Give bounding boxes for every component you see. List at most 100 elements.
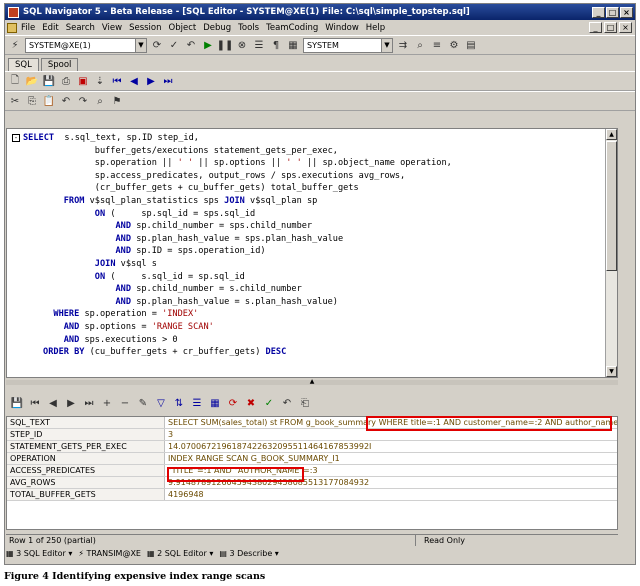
stop-icon[interactable]: ⊗ (235, 38, 249, 52)
prev-record-icon[interactable]: ◀ (46, 396, 60, 410)
column-value[interactable]: 14.0700672196187422632095511464167853992… (165, 441, 617, 452)
run-icon[interactable]: ▶ (201, 38, 215, 52)
export-icon[interactable]: ⎗ (298, 396, 312, 410)
table-row[interactable]: TOTAL_BUFFER_GETS 4196948 (7, 489, 617, 501)
first-icon[interactable]: ⏮ (110, 74, 124, 88)
save-icon[interactable]: 💾 (42, 74, 56, 88)
child-restore-button[interactable]: □ (604, 22, 617, 33)
pause-icon[interactable]: ❚❚ (217, 38, 234, 52)
fold-toggle-icon[interactable]: - (12, 133, 20, 142)
table-row[interactable]: AVG_ROWS 9.914878912604594380294580855131… (7, 477, 617, 489)
menu-object[interactable]: Object (169, 23, 197, 33)
maximize-button[interactable]: □ (606, 6, 619, 18)
refresh-icon[interactable]: ⟳ (226, 396, 240, 410)
window-taskbar: ▦ 3 SQL Editor ▾ ⚡ TRANSIM@XE ▦ 2 SQL Ed… (6, 548, 618, 560)
column-value[interactable]: INDEX RANGE SCAN G_BOOK_SUMMARY_I1 (165, 453, 617, 464)
new-icon[interactable]: 🗋 (8, 74, 22, 88)
describe-icon[interactable]: ⇉ (396, 38, 410, 52)
edit-record-icon[interactable]: ✎ (136, 396, 150, 410)
commit-icon[interactable]: ✓ (262, 396, 276, 410)
taskbar-sql-editor-3[interactable]: ▦ 3 SQL Editor ▾ (6, 548, 72, 560)
table-row[interactable]: OPERATION INDEX RANGE SCAN G_BOOK_SUMMARY… (7, 453, 617, 465)
format-icon[interactable]: ¶ (269, 38, 283, 52)
menu-session[interactable]: Session (129, 23, 161, 33)
next-record-icon[interactable]: ▶ (64, 396, 78, 410)
menu-file[interactable]: File (21, 23, 35, 33)
editor-scrollbar[interactable]: ▲ ▼ (605, 129, 617, 377)
table-row[interactable]: STATEMENT_GETS_PER_EXEC 14.07006721961874… (7, 441, 617, 453)
next-icon[interactable]: ▶ (144, 74, 158, 88)
filter-icon[interactable]: ▽ (154, 396, 168, 410)
menu-bar: File Edit Search View Session Object Deb… (5, 20, 635, 35)
sql-text: ( s.sql_id = sp.sql_id (105, 271, 245, 282)
tab-sql[interactable]: SQL (8, 58, 39, 71)
redo-icon[interactable]: ↷ (76, 94, 90, 108)
copy-icon[interactable]: ⎘ (25, 94, 39, 108)
column-value[interactable]: 4196948 (165, 489, 617, 500)
taskbar-transim[interactable]: ⚡ TRANSIM@XE (78, 548, 141, 560)
bookmark-icon[interactable]: ⚑ (110, 94, 124, 108)
grid-icon[interactable]: ▤ (464, 38, 478, 52)
tune-icon[interactable]: ⚙ (447, 38, 461, 52)
pane-splitter[interactable]: ▲ (6, 379, 618, 385)
undo-icon[interactable]: ↶ (59, 94, 73, 108)
menu-tools[interactable]: Tools (238, 23, 259, 33)
menu-edit[interactable]: Edit (42, 23, 58, 33)
refresh-icon[interactable]: ⟳ (150, 38, 164, 52)
insert-record-icon[interactable]: + (100, 396, 114, 410)
binoculars-icon[interactable]: ⌕ (93, 94, 107, 108)
sql-editor[interactable]: - SELECT s.sql_text, sp.ID step_id, buffe… (6, 128, 618, 378)
close-button[interactable]: × (620, 6, 633, 18)
minimize-button[interactable]: _ (592, 6, 605, 18)
tab-spool[interactable]: Spool (40, 58, 79, 71)
session-select[interactable]: SYSTEM@XE(1) ▼ (25, 37, 147, 53)
sql-text: sp.plan_hash_value = sps.plan_hash_value (131, 233, 344, 244)
menu-view[interactable]: View (102, 23, 122, 33)
stepover-icon[interactable]: ⇣ (93, 74, 107, 88)
save-icon[interactable]: 💾 (10, 396, 24, 410)
commit-icon[interactable]: ✓ (167, 38, 181, 52)
cut-icon[interactable]: ✂ (8, 94, 22, 108)
find-icon[interactable]: ⌕ (413, 38, 427, 52)
sql-text: sp.child_number = sps.child_number (131, 221, 313, 232)
results-toolbar: 💾 ⏮ ◀ ▶ ⏭ + − ✎ ▽ ⇅ ☰ ▦ ⟳ ✖ ✓ ↶ ⎗ (6, 393, 618, 413)
menu-debug[interactable]: Debug (203, 23, 231, 33)
sort-icon[interactable]: ⇅ (172, 396, 186, 410)
explain-icon[interactable]: ☰ (252, 38, 266, 52)
prev-icon[interactable]: ◀ (127, 74, 141, 88)
child-close-button[interactable]: × (619, 22, 632, 33)
cancel-icon[interactable]: ✖ (244, 396, 258, 410)
taskbar-sql-editor-2[interactable]: ▦ 2 SQL Editor ▾ (147, 548, 213, 560)
compare-icon[interactable]: ≡ (430, 38, 444, 52)
list-view-icon[interactable]: ☰ (190, 396, 204, 410)
paste-icon[interactable]: 📋 (42, 94, 56, 108)
menu-window[interactable]: Window (325, 23, 359, 33)
scroll-thumb[interactable] (606, 141, 617, 271)
menu-help[interactable]: Help (366, 23, 385, 33)
sql-text: || sp.object_name operation, (301, 158, 452, 169)
delete-record-icon[interactable]: − (118, 396, 132, 410)
taskbar-describe[interactable]: ▤ 3 Describe ▾ (219, 548, 278, 560)
scroll-down-icon[interactable]: ▼ (606, 366, 617, 377)
window-title: SQL Navigator 5 - Beta Release - [SQL Ed… (23, 7, 470, 17)
menu-teamcoding[interactable]: TeamCoding (266, 23, 318, 33)
execute-icon[interactable]: ▣ (76, 74, 90, 88)
last-record-icon[interactable]: ⏭ (82, 396, 96, 410)
last-icon[interactable]: ⏭ (161, 74, 175, 88)
sql-code[interactable]: - SELECT s.sql_text, sp.ID step_id, buffe… (7, 129, 605, 377)
open-icon[interactable]: 📂 (25, 74, 39, 88)
print-icon[interactable]: ⎙ (59, 74, 73, 88)
sql-text: v$sql_plan sp (244, 195, 318, 206)
sql-text: sp.plan_hash_value = s.plan_hash_value) (131, 296, 338, 307)
menu-search[interactable]: Search (66, 23, 95, 33)
child-minimize-button[interactable]: _ (589, 22, 602, 33)
schema-select[interactable]: SYSTEM ▼ (303, 37, 393, 53)
scroll-up-icon[interactable]: ▲ (606, 129, 617, 140)
rollback-icon[interactable]: ↶ (280, 396, 294, 410)
grid-view-icon[interactable]: ▦ (208, 396, 222, 410)
first-record-icon[interactable]: ⏮ (28, 396, 42, 410)
rollback-icon[interactable]: ↶ (184, 38, 198, 52)
table-row[interactable]: ACCESS_PREDICATES "TITLE"=:1 AND "AUTHOR_… (7, 465, 617, 477)
